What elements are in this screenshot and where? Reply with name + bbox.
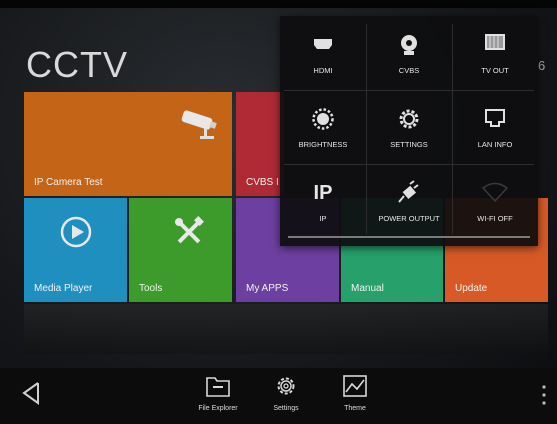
tile-label: Tools: [139, 283, 163, 294]
brightness-icon: [280, 106, 366, 132]
theme-button[interactable]: Theme: [330, 374, 380, 422]
panel-divider: [284, 164, 534, 165]
tile-reflection: [24, 304, 548, 354]
tile-ip-camera-test[interactable]: IP Camera Test: [24, 92, 232, 196]
settings-button[interactable]: Settings: [261, 374, 311, 422]
quick-settings-panel: HDMI CVBS TV OUT BRIGHTNESS SETTINGS LAN…: [280, 16, 538, 246]
gear-icon: [274, 374, 298, 398]
cvbs-camera-icon: [366, 32, 452, 58]
tv-out-icon: [452, 32, 538, 58]
tile-label: IP Camera Test: [34, 177, 103, 188]
quick-label: CVBS: [398, 66, 420, 75]
tools-icon: [173, 216, 205, 248]
quick-hdmi-button[interactable]: HDMI: [280, 20, 366, 90]
tile-label: CVBS I: [246, 177, 279, 188]
quick-label: HDMI: [313, 66, 333, 75]
tile-label: Media Player: [34, 283, 93, 294]
page-title: CCTV: [26, 44, 128, 85]
home-screen: CCTV 6 IP Camera Test CVBS I Media Playe…: [0, 0, 557, 424]
quick-power-output-button[interactable]: POWER OUTPUT: [366, 168, 452, 238]
security-camera-icon: [174, 108, 224, 142]
wifi-icon: [452, 180, 538, 206]
gear-icon: [366, 106, 452, 132]
tile-media-player[interactable]: Media Player: [24, 198, 127, 302]
power-plug-icon: [366, 180, 452, 206]
hdmi-icon: [280, 32, 366, 58]
file-explorer-button[interactable]: File Explorer: [193, 374, 243, 422]
back-icon[interactable]: [16, 378, 46, 408]
dock-label: File Explorer: [198, 405, 238, 412]
quick-lan-info-button[interactable]: LAN INFO: [452, 94, 538, 164]
quick-label: SETTINGS: [390, 140, 428, 149]
theme-icon: [342, 374, 368, 398]
tile-label: Update: [455, 283, 488, 294]
dock-label: Theme: [344, 405, 366, 412]
status-digit: 6: [538, 58, 546, 73]
overflow-menu-icon[interactable]: [539, 384, 549, 406]
lan-icon: [452, 106, 538, 132]
quick-settings-button[interactable]: SETTINGS: [366, 94, 452, 164]
quick-tv-out-button[interactable]: TV OUT: [452, 20, 538, 90]
tile-label: Manual: [351, 283, 384, 294]
quick-label: LAN INFO: [477, 140, 513, 149]
tile-cvbs[interactable]: CVBS I: [236, 92, 284, 196]
tile-tools[interactable]: Tools: [129, 198, 232, 302]
quick-label: TV OUT: [481, 66, 509, 75]
quick-label: WI-FI OFF: [477, 214, 513, 223]
quick-label: POWER OUTPUT: [378, 214, 440, 223]
top-bezel: [0, 0, 557, 8]
quick-ip-button[interactable]: IP IP: [280, 168, 366, 238]
quick-wifi-button[interactable]: WI-FI OFF: [452, 168, 538, 238]
quick-brightness-button[interactable]: BRIGHTNESS: [280, 94, 366, 164]
tile-label: My APPS: [246, 283, 289, 294]
quick-label: BRIGHTNESS: [298, 140, 348, 149]
panel-divider: [284, 90, 534, 91]
play-icon: [60, 216, 92, 248]
folder-icon: [205, 374, 231, 398]
quick-cvbs-button[interactable]: CVBS: [366, 20, 452, 90]
dock-label: Settings: [273, 405, 299, 412]
quick-label: IP: [319, 214, 327, 223]
ip-icon: IP: [313, 182, 333, 204]
panel-slider-track[interactable]: [288, 236, 530, 238]
